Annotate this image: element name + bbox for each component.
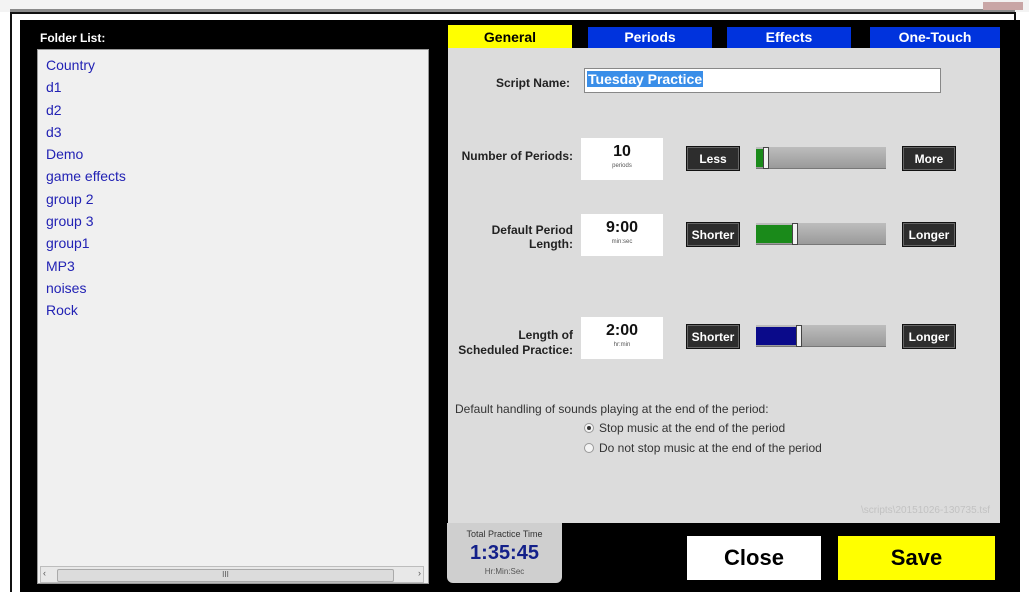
folder-item[interactable]: group1: [46, 232, 428, 254]
folder-item[interactable]: group 2: [46, 188, 428, 210]
close-button[interactable]: Close: [687, 536, 821, 580]
number-of-periods-slider[interactable]: [756, 147, 886, 169]
default-period-length-value: 9:00: [605, 219, 639, 236]
folder-item[interactable]: d2: [46, 99, 428, 121]
folder-item[interactable]: game effects: [46, 165, 428, 187]
script-name-label: Script Name:: [495, 76, 570, 90]
scheduled-practice-unit: hr:min: [613, 342, 631, 348]
total-practice-time-panel: Total Practice Time 1:35:45 Hr:Min:Sec: [447, 523, 562, 583]
script-name-value: Tuesday Practice: [587, 71, 704, 87]
shorter-practice-button[interactable]: Shorter: [686, 324, 740, 349]
tab-general[interactable]: General: [448, 25, 572, 49]
shorter-period-button[interactable]: Shorter: [686, 222, 740, 247]
more-periods-button[interactable]: More: [902, 146, 956, 171]
number-of-periods-value: 10: [613, 143, 631, 160]
default-period-length-label: Default Period Length:: [491, 223, 573, 251]
slider-fill: [756, 327, 799, 345]
folder-item[interactable]: Rock: [46, 299, 428, 321]
scroll-right-arrow-icon[interactable]: ›: [418, 568, 421, 578]
radio-button-icon[interactable]: [584, 423, 594, 433]
total-practice-time-unit: Hr:Min:Sec: [484, 567, 525, 576]
folder-list: Country d1 d2 d3 Demo game effects group…: [38, 54, 428, 322]
longer-practice-button[interactable]: Longer: [902, 324, 956, 349]
scroll-left-arrow-icon[interactable]: ‹: [43, 568, 46, 578]
longer-period-button[interactable]: Longer: [902, 222, 956, 247]
tab-periods[interactable]: Periods: [588, 27, 712, 48]
radio-do-not-stop-music[interactable]: Do not stop music at the end of the peri…: [584, 441, 822, 455]
radio-do-not-stop-music-label: Do not stop music at the end of the peri…: [599, 441, 822, 455]
folder-item[interactable]: noises: [46, 277, 428, 299]
folder-item[interactable]: d1: [46, 76, 428, 98]
scrollbar-thumb[interactable]: III: [57, 569, 394, 582]
folder-item[interactable]: MP3: [46, 255, 428, 277]
folder-item[interactable]: group 3: [46, 210, 428, 232]
window-close-hint[interactable]: [983, 2, 1023, 10]
number-of-periods-display: 10 periods: [581, 138, 663, 180]
folder-item[interactable]: Country: [46, 54, 428, 76]
radio-stop-music-label: Stop music at the end of the period: [599, 421, 786, 435]
folder-list-panel: Country d1 d2 d3 Demo game effects group…: [37, 49, 429, 584]
radio-button-icon[interactable]: [584, 443, 594, 453]
slider-fill: [756, 225, 795, 243]
scheduled-practice-slider[interactable]: [756, 325, 886, 347]
folder-list-horizontal-scrollbar[interactable]: ‹ III ›: [40, 566, 424, 583]
window-top-strip: [0, 0, 1029, 12]
less-periods-button[interactable]: Less: [686, 146, 740, 171]
scheduled-practice-display: 2:00 hr:min: [581, 317, 663, 359]
default-period-length-unit: min:sec: [611, 239, 633, 245]
slider-handle[interactable]: [763, 147, 769, 169]
default-period-length-slider[interactable]: [756, 223, 886, 245]
save-button[interactable]: Save: [838, 536, 995, 580]
script-name-input[interactable]: Tuesday Practice: [584, 68, 941, 93]
folder-item[interactable]: d3: [46, 121, 428, 143]
number-of-periods-label: Number of Periods:: [461, 149, 573, 163]
slider-handle[interactable]: [796, 325, 802, 347]
scheduled-practice-label: Length of Scheduled Practice:: [450, 328, 573, 358]
tab-effects[interactable]: Effects: [727, 27, 851, 48]
scheduled-practice-value: 2:00: [605, 322, 639, 339]
slider-handle[interactable]: [792, 223, 798, 245]
total-practice-time-label: Total Practice Time: [466, 529, 543, 539]
tab-one-touch[interactable]: One-Touch: [870, 27, 1000, 48]
default-period-length-display: 9:00 min:sec: [581, 214, 663, 256]
scheduled-practice-label-line1: Length of: [518, 328, 573, 342]
scheduled-practice-label-line2: Scheduled Practice:: [458, 343, 573, 357]
default-handling-label: Default handling of sounds playing at th…: [455, 402, 769, 416]
radio-stop-music[interactable]: Stop music at the end of the period: [584, 421, 785, 435]
number-of-periods-unit: periods: [612, 163, 632, 169]
total-practice-time-value: 1:35:45: [470, 542, 539, 564]
folder-item[interactable]: Demo: [46, 143, 428, 165]
folder-list-title: Folder List:: [40, 31, 106, 45]
script-file-path: \scripts\20151026-130735.tsf: [861, 505, 990, 516]
